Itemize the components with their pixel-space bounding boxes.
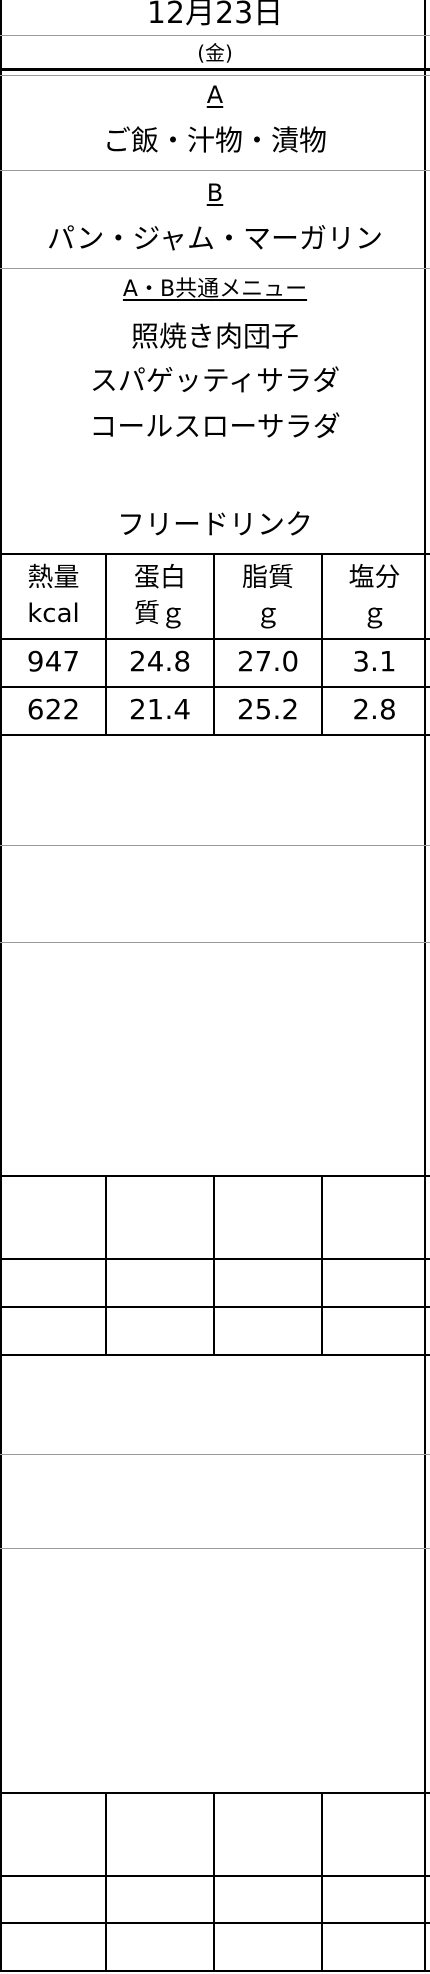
header-protein: 蛋白 質ｇ (107, 560, 213, 632)
table-col-border (213, 1175, 215, 1356)
table-top-border (0, 1175, 430, 1177)
menu-sheet: 12月23日 (金) A ご飯・汁物・漬物 B パン・ジャム・マーガリン A・B… (0, 0, 430, 1974)
salt-b: 2.8 (352, 693, 397, 726)
common-dish: コールスローサラダ (89, 410, 341, 443)
header-line: 塩分 (348, 563, 401, 593)
header-salt: 塩分 ｇ (323, 560, 426, 632)
header-energy: 熱量 kcal (2, 560, 105, 632)
divider (0, 1548, 430, 1549)
weekday-label: (金) (197, 41, 233, 65)
table-top-border (0, 553, 430, 555)
header-fat: 脂質 ｇ (215, 560, 321, 632)
table-bottom-border (0, 1970, 430, 1972)
common-dish: 照焼き肉団子 (130, 320, 299, 353)
header-line: 蛋白 (133, 563, 186, 593)
protein-a: 24.8 (128, 645, 192, 678)
divider (0, 170, 430, 171)
divider (0, 942, 430, 943)
free-drink: フリードリンク (116, 508, 313, 541)
table-row-border (0, 1306, 430, 1308)
header-line: kcal (27, 599, 80, 629)
energy-b: 622 (26, 693, 81, 726)
common-dish: スパゲッティサラダ (89, 364, 341, 397)
set-b-label: B (206, 179, 224, 207)
table-col-border (321, 1175, 323, 1356)
table-col-border (321, 1792, 323, 1972)
table-top-border (0, 1792, 430, 1794)
divider (0, 845, 430, 846)
table-bottom-border (0, 1354, 430, 1356)
date-title: 12月23日 (146, 0, 284, 31)
divider (0, 1454, 430, 1455)
salt-a: 3.1 (352, 645, 397, 678)
fat-b: 25.2 (236, 693, 300, 726)
table-col-border (105, 1175, 107, 1356)
divider (0, 75, 430, 76)
header-line: ｇ (254, 599, 281, 629)
set-b-items: パン・ジャム・マーガリン (46, 222, 383, 255)
divider-thick (0, 68, 430, 71)
divider (0, 35, 430, 36)
header-line: 脂質 (241, 563, 294, 593)
header-line: 熱量 (27, 563, 80, 593)
table-row-border (0, 1922, 430, 1924)
table-bottom-border (0, 734, 430, 736)
table-col-border (105, 1792, 107, 1972)
header-line: ｇ (361, 599, 388, 629)
divider (0, 268, 430, 269)
set-a-items: ご飯・汁物・漬物 (102, 124, 327, 157)
table-row-border (0, 1875, 430, 1877)
table-row-border (0, 1258, 430, 1260)
table-row-border (0, 686, 430, 688)
table-row-border (0, 638, 430, 640)
table-col-border (213, 1792, 215, 1972)
set-a-label: A (206, 81, 224, 109)
energy-a: 947 (26, 645, 81, 678)
header-line: 質ｇ (133, 599, 186, 629)
common-menu-label: A・B共通メニュー (122, 277, 308, 302)
fat-a: 27.0 (236, 645, 300, 678)
protein-b: 21.4 (128, 693, 192, 726)
